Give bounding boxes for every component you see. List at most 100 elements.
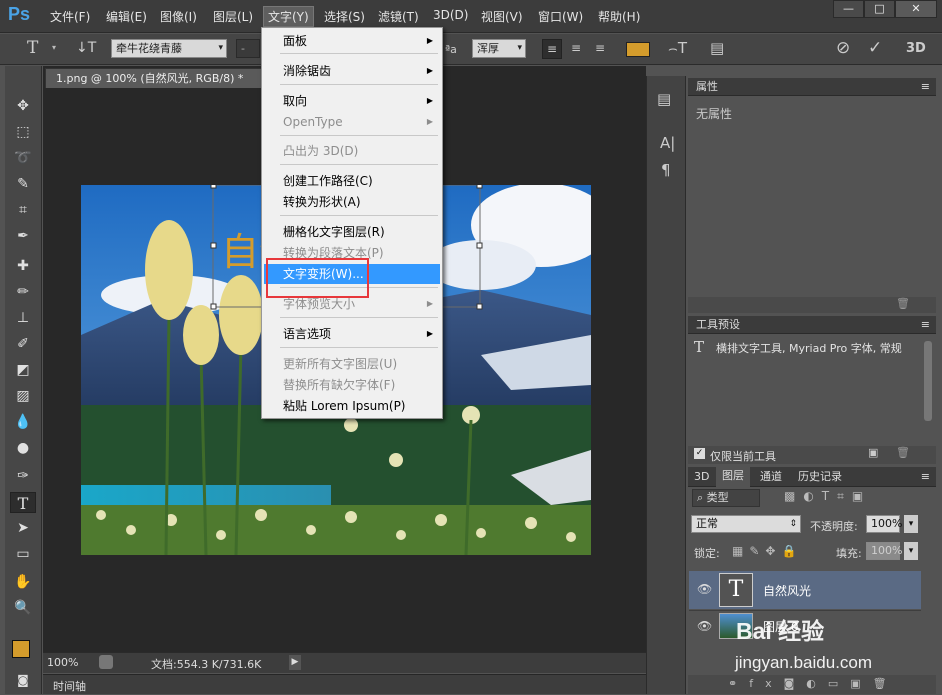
- properties-title[interactable]: 属性: [696, 80, 718, 93]
- opacity-input[interactable]: 100%: [866, 515, 902, 533]
- menu-item-create-work-path[interactable]: 创建工作路径(C): [264, 171, 440, 191]
- tab-3d[interactable]: 3D: [694, 468, 709, 486]
- eyedropper-tool-icon[interactable]: ✒: [10, 226, 36, 247]
- trash-icon[interactable]: 🗑: [896, 446, 910, 459]
- panel-menu-icon[interactable]: ≡: [921, 78, 930, 96]
- lock-icons[interactable]: ▦✎✥🔒: [732, 544, 802, 558]
- scrollbar[interactable]: [924, 341, 932, 421]
- align-center-icon[interactable]: ≡: [566, 39, 586, 59]
- eye-icon[interactable]: 👁: [697, 582, 712, 596]
- chevron-down-icon[interactable]: ▾: [904, 515, 918, 533]
- menu-view[interactable]: 视图(V): [481, 8, 523, 25]
- minimize-button[interactable]: —: [833, 0, 864, 18]
- type-tool-icon[interactable]: T: [10, 492, 36, 513]
- eye-icon[interactable]: 👁: [697, 619, 712, 633]
- crop-tool-icon[interactable]: ⌗: [10, 200, 36, 221]
- panel-menu-icon[interactable]: ≡: [921, 316, 930, 334]
- menu-item-rasterize-type-layer[interactable]: 栅格化文字图层(R): [264, 222, 440, 242]
- 3d-mode-icon[interactable]: 3D: [906, 41, 926, 56]
- menu-item-update-all-text-layers[interactable]: 更新所有文字图层(U): [264, 354, 440, 374]
- timeline-bar[interactable]: 时间轴: [43, 674, 646, 694]
- font-family-select[interactable]: 牵牛花绕青藤 ▾: [111, 39, 227, 58]
- healing-brush-tool-icon[interactable]: ✚: [10, 256, 36, 277]
- pen-tool-icon[interactable]: ✑: [10, 466, 36, 487]
- menu-layer[interactable]: 图层(L): [213, 8, 253, 25]
- foreground-color-swatch[interactable]: [12, 640, 30, 658]
- brush-tool-icon[interactable]: ✏: [10, 282, 36, 303]
- path-select-tool-icon[interactable]: ➤: [10, 518, 36, 539]
- layer-filter-select[interactable]: ⌕ 类型: [692, 489, 760, 507]
- layer-name[interactable]: 自然风光: [763, 582, 811, 599]
- hand-tool-icon[interactable]: ✋: [10, 572, 36, 593]
- tab-layers[interactable]: 图层: [716, 467, 750, 487]
- chevron-down-icon[interactable]: ▾: [904, 542, 918, 560]
- panel-menu-icon[interactable]: ≡: [921, 468, 930, 486]
- menu-item-convert-to-shape[interactable]: 转换为形状(A): [264, 192, 440, 212]
- warp-text-icon[interactable]: ⌢T: [668, 39, 687, 57]
- menu-3d[interactable]: 3D(D): [433, 8, 468, 22]
- align-left-icon[interactable]: ≡: [542, 39, 562, 59]
- menu-window[interactable]: 窗口(W): [538, 8, 583, 25]
- lasso-tool-icon[interactable]: ➰: [10, 148, 36, 169]
- new-preset-icon[interactable]: ▣: [868, 446, 878, 459]
- blend-mode-select[interactable]: 正常 ⇕: [691, 515, 801, 533]
- tool-presets-icon[interactable]: ▤: [657, 90, 671, 108]
- align-right-icon[interactable]: ≡: [590, 39, 610, 59]
- menu-item-orientation[interactable]: 取向 ▶: [264, 91, 440, 111]
- tab-channels[interactable]: 通道: [760, 468, 782, 486]
- menu-item-panels[interactable]: 面板 ▶: [264, 31, 440, 51]
- current-only-checkbox[interactable]: ✓: [694, 448, 705, 459]
- move-tool-icon[interactable]: ✥: [10, 96, 36, 117]
- layer-action-icons[interactable]: ⚭fx◙◐▭▣🗑: [728, 677, 899, 690]
- chevron-down-icon[interactable]: ▾: [52, 43, 56, 52]
- character-panel-icon[interactable]: ▤: [710, 39, 724, 57]
- menu-item-language-options[interactable]: 语言选项 ▶: [264, 324, 440, 344]
- blur-tool-icon[interactable]: 💧: [10, 412, 36, 433]
- clone-stamp-tool-icon[interactable]: ⊥: [10, 308, 36, 329]
- tool-presets-title[interactable]: 工具预设: [696, 318, 740, 331]
- rectangle-tool-icon[interactable]: ▭: [10, 544, 36, 565]
- dodge-tool-icon[interactable]: ●: [10, 438, 36, 459]
- text-color-swatch[interactable]: [626, 42, 650, 57]
- trash-icon[interactable]: 🗑: [896, 297, 910, 310]
- type-tool-icon[interactable]: T: [27, 38, 38, 58]
- cancel-icon[interactable]: ⊘: [836, 38, 850, 58]
- menu-item-replace-missing-fonts[interactable]: 替换所有缺欠字体(F): [264, 375, 440, 395]
- menu-edit[interactable]: 编辑(E): [106, 8, 147, 25]
- font-style-select[interactable]: -: [236, 39, 260, 58]
- commit-check-icon[interactable]: ✓: [868, 38, 882, 58]
- paragraph-icon[interactable]: ¶: [661, 161, 671, 179]
- menu-item-paste-lorem-ipsum[interactable]: 粘贴 Lorem Ipsum(P): [264, 396, 440, 416]
- gradient-tool-icon[interactable]: ▨: [10, 386, 36, 407]
- status-menu-icon[interactable]: [99, 655, 113, 669]
- marquee-tool-icon[interactable]: ⬚: [10, 122, 36, 143]
- menu-filter[interactable]: 滤镜(T): [378, 8, 419, 25]
- zoom-level[interactable]: 100%: [47, 656, 78, 669]
- document-tab[interactable]: 1.png @ 100% (自然风光, RGB/8) * ×: [45, 68, 285, 88]
- quick-select-tool-icon[interactable]: ✎: [10, 174, 36, 195]
- menu-item-extrude-3d[interactable]: 凸出为 3D(D): [264, 141, 440, 161]
- layer-filter-icons[interactable]: ▩◐T⌗▣: [784, 489, 871, 504]
- menu-image[interactable]: 图像(I): [160, 8, 197, 25]
- menu-select[interactable]: 选择(S): [324, 8, 365, 25]
- menu-item-opentype[interactable]: OpenType ▶: [264, 112, 440, 132]
- history-brush-tool-icon[interactable]: ✐: [10, 334, 36, 355]
- tab-history[interactable]: 历史记录: [798, 468, 842, 486]
- quick-mask-icon[interactable]: ◙: [10, 670, 36, 691]
- layer-row[interactable]: 👁 T 自然风光: [689, 571, 921, 609]
- menu-separator: [280, 347, 438, 348]
- menu-item-anti-alias[interactable]: 消除锯齿 ▶: [264, 61, 440, 81]
- character-icon[interactable]: A|: [660, 134, 675, 152]
- eraser-tool-icon[interactable]: ◩: [10, 360, 36, 381]
- menu-help[interactable]: 帮助(H): [598, 8, 640, 25]
- close-window-button[interactable]: ✕: [895, 0, 937, 18]
- menu-type[interactable]: 文字(Y): [263, 6, 314, 27]
- menu-file[interactable]: 文件(F): [50, 8, 90, 25]
- zoom-tool-icon[interactable]: 🔍: [10, 598, 36, 619]
- toggle-orientation-icon[interactable]: ↓T: [76, 40, 96, 56]
- play-icon[interactable]: ▶: [289, 655, 301, 670]
- maximize-button[interactable]: □: [864, 0, 895, 18]
- fill-input[interactable]: 100%: [866, 542, 902, 560]
- anti-alias-select[interactable]: 浑厚 ▾: [472, 39, 526, 58]
- preset-item[interactable]: 横排文字工具, Myriad Pro 字体, 常规: [716, 340, 921, 356]
